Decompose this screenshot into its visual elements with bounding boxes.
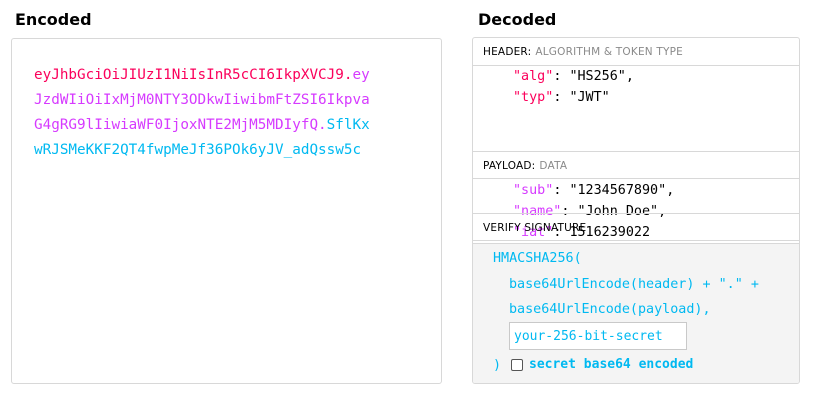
- header-section-label: HEADER: ALGORITHM & TOKEN TYPE: [473, 38, 799, 66]
- payload-section-label: PAYLOAD: DATA: [473, 151, 799, 179]
- token-line: eyJhbGciOiJIUzI1NiIsInR5cCI6IkpXVCJ9.ey: [34, 63, 434, 88]
- payload-json-trail: ,: [666, 183, 675, 198]
- header-json-line: "alg": "HS256",: [513, 66, 634, 87]
- payload-json-sep: :: [553, 183, 570, 198]
- verify-line-payload: base64UrlEncode(payload),: [509, 302, 711, 317]
- header-label: HEADER:: [483, 46, 532, 58]
- token-payload-segment: ey: [352, 67, 370, 83]
- encoded-title: Encoded: [15, 10, 92, 29]
- header-json-value: "HS256": [569, 69, 626, 84]
- token-payload-segment: JzdWIiOiIxMjM0NTY3ODkwIiwibmFtZSI6Ikpva: [34, 92, 370, 108]
- payload-label: PAYLOAD:: [483, 160, 536, 172]
- header-json-editor[interactable]: "alg": "HS256", "typ": "JWT": [473, 66, 799, 114]
- encoded-token-editor[interactable]: eyJhbGciOiJIUzI1NiIsInR5cCI6IkpXVCJ9.ey J…: [11, 38, 442, 384]
- payload-json-value: "1234567890": [569, 183, 667, 198]
- header-json-trail: ,: [625, 69, 634, 84]
- token-header-segment: eyJhbGciOiJIUzI1NiIsInR5cCI6IkpXVCJ9: [34, 67, 344, 83]
- header-json-value: "JWT": [569, 90, 610, 105]
- payload-json-line: "sub": "1234567890",: [513, 180, 674, 201]
- secret-input[interactable]: [509, 322, 687, 350]
- token-signature-segment: wRJSMeKKF2QT4fwpMeJf36POk6yJV_adQssw5c: [34, 142, 362, 158]
- payload-json-editor[interactable]: "sub": "1234567890", "name": "John Doe", "…: [473, 180, 799, 240]
- verify-line-header: base64UrlEncode(header) + "." +: [509, 277, 759, 292]
- token-line: G4gRG9lIiwiaWF0IjoxNTE2MjM5MDIyfQ.SflKx: [34, 113, 434, 138]
- token-line: wRJSMeKKF2QT4fwpMeJf36POk6yJV_adQssw5c: [34, 138, 434, 163]
- secret-base64-label[interactable]: secret base64 encoded: [529, 357, 693, 372]
- verify-signature-area: HMACSHA256( base64UrlEncode(header) + ".…: [473, 243, 799, 383]
- payload-json-key: "sub": [513, 183, 554, 198]
- token-payload-segment: .: [318, 117, 327, 133]
- verify-line-hmac: HMACSHA256(: [493, 251, 582, 266]
- header-json-key: "alg": [513, 69, 554, 84]
- header-json-key: "typ": [513, 90, 554, 105]
- token-signature-segment: SflKx: [326, 117, 370, 133]
- header-json-sep: :: [553, 90, 570, 105]
- encoded-token-text[interactable]: eyJhbGciOiJIUzI1NiIsInR5cCI6IkpXVCJ9.ey J…: [34, 63, 434, 163]
- header-json-sep: :: [553, 69, 570, 84]
- header-sublabel: ALGORITHM & TOKEN TYPE: [535, 46, 683, 58]
- header-json-line: "typ": "JWT": [513, 87, 634, 108]
- verify-label: VERIFY SIGNATURE: [483, 222, 587, 234]
- payload-sublabel: DATA: [539, 160, 568, 172]
- header-json[interactable]: "alg": "HS256", "typ": "JWT": [513, 66, 634, 108]
- secret-base64-checkbox[interactable]: [511, 359, 523, 371]
- verify-section-label: VERIFY SIGNATURE: [473, 213, 799, 241]
- token-line: JzdWIiOiIxMjM0NTY3ODkwIiwibmFtZSI6Ikpva: [34, 88, 434, 113]
- decoded-panel: HEADER: ALGORITHM & TOKEN TYPE "alg": "HS…: [472, 37, 800, 384]
- token-payload-segment: G4gRG9lIiwiaWF0IjoxNTE2MjM5MDIyfQ: [34, 117, 319, 133]
- verify-line-close: ): [493, 358, 502, 373]
- decoded-title: Decoded: [478, 10, 557, 29]
